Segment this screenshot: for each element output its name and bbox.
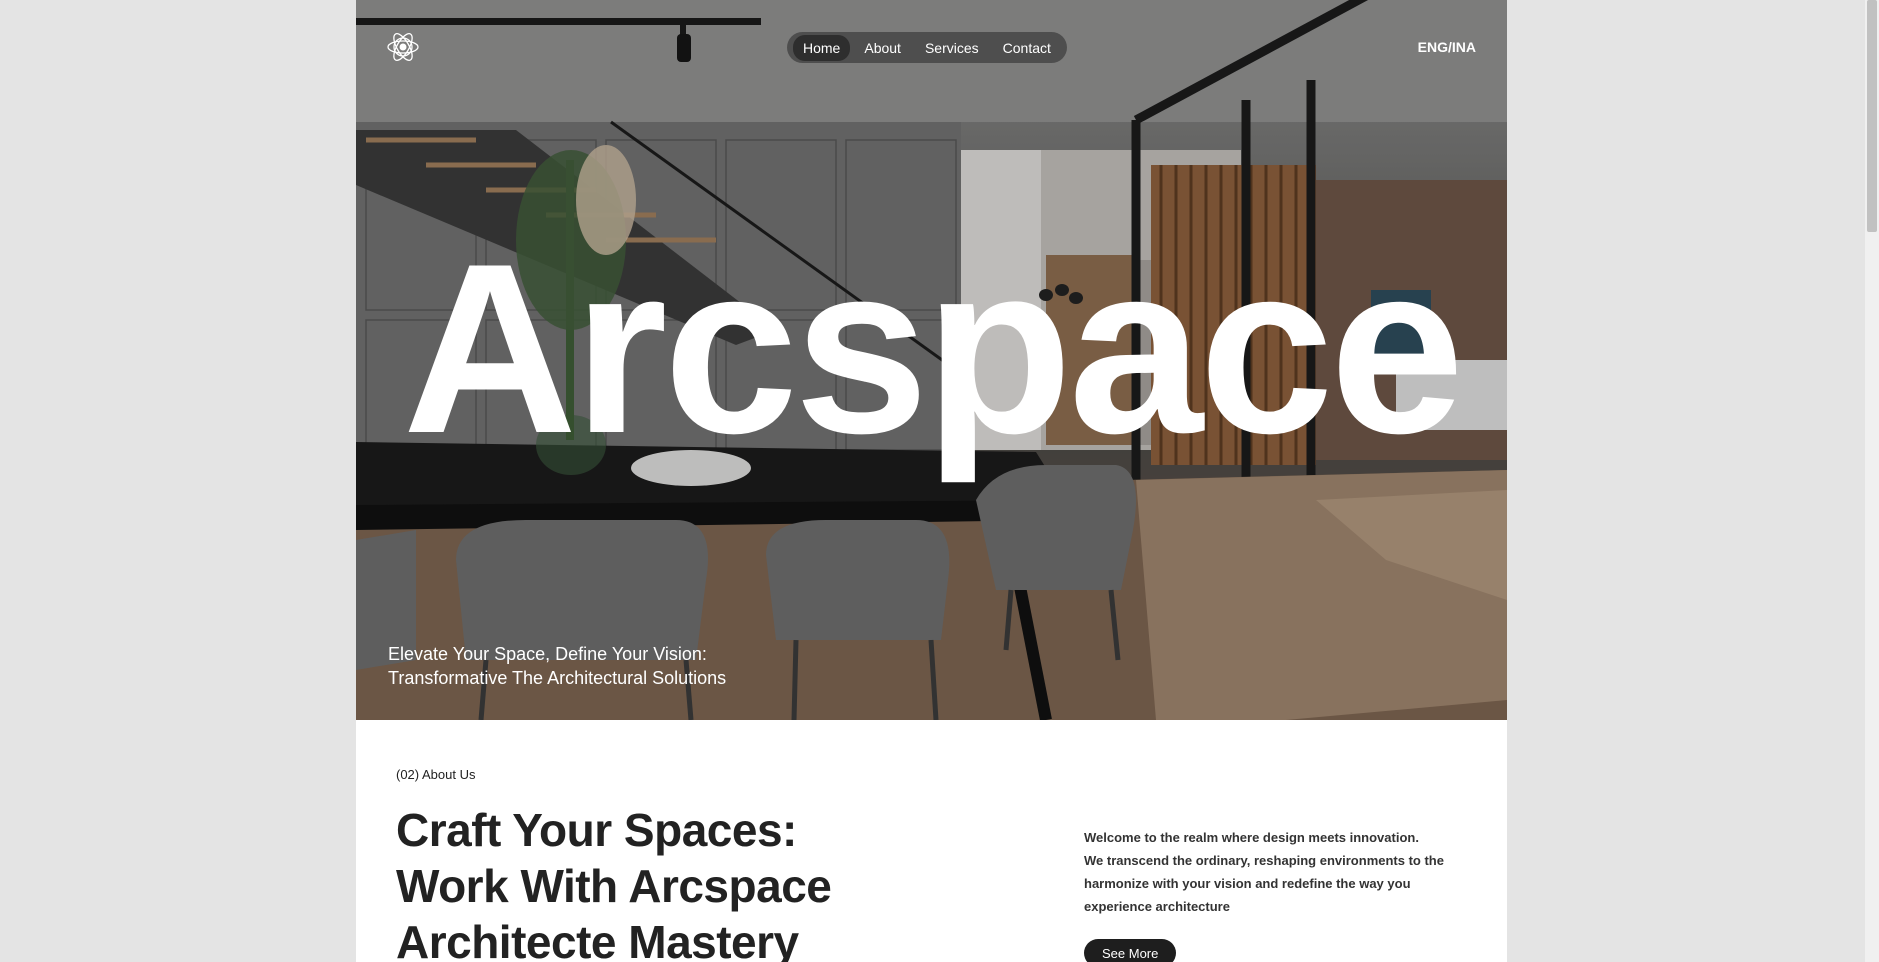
nav-item-contact[interactable]: Contact: [993, 35, 1061, 61]
language-switch[interactable]: ENG/INA: [1418, 39, 1476, 55]
page-content: Home About Services Contact ENG/INA Arcs…: [356, 0, 1507, 962]
about-description: Welcome to the realm where design meets …: [1084, 826, 1474, 918]
hero-subtitle-line1: Elevate Your Space, Define Your Vision:: [388, 644, 707, 664]
about-heading: Craft Your Spaces: Work With Arcspace Ar…: [396, 804, 832, 962]
about-text-line1: Welcome to the realm where design meets …: [1084, 830, 1419, 845]
atom-logo-icon[interactable]: [386, 30, 420, 64]
about-text-line2: We transcend the ordinary, reshaping env…: [1084, 853, 1444, 914]
page-scrollbar[interactable]: [1865, 0, 1879, 962]
nav-item-about[interactable]: About: [854, 35, 911, 61]
see-more-button[interactable]: See More: [1084, 939, 1177, 962]
scrollbar-thumb[interactable]: [1867, 0, 1877, 232]
hero-subtitle-line2: Transformative The Architectural Solutio…: [388, 668, 727, 688]
main-nav: Home About Services Contact: [787, 32, 1067, 63]
hero-subtitle: Elevate Your Space, Define Your Vision: …: [388, 642, 726, 690]
top-navigation-bar: Home About Services Contact ENG/INA: [356, 0, 1507, 96]
nav-item-home[interactable]: Home: [793, 34, 851, 61]
nav-item-services[interactable]: Services: [915, 35, 989, 61]
about-section-tag: (02) About Us: [396, 767, 476, 782]
hero-section: Home About Services Contact ENG/INA Arcs…: [356, 0, 1507, 720]
hero-title: Arcspace: [402, 214, 1465, 484]
